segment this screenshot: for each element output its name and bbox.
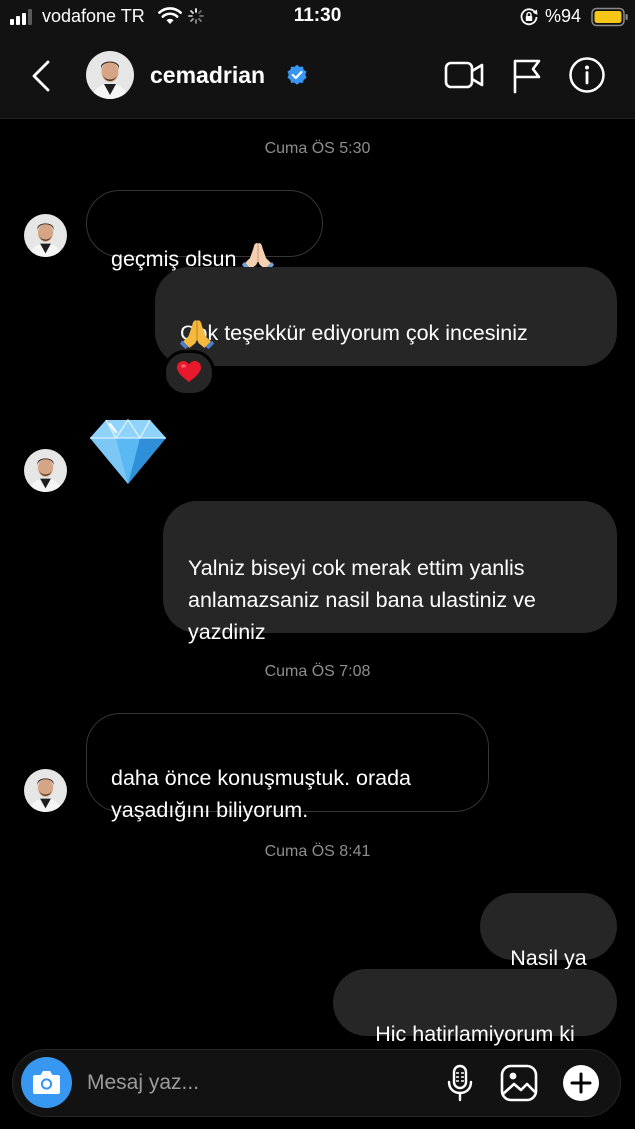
message-text: Yalniz biseyi cok merak ettim yanlis anl… bbox=[188, 556, 536, 644]
add-button[interactable] bbox=[561, 1063, 601, 1103]
gallery-button[interactable] bbox=[499, 1063, 539, 1103]
timestamp-2: Cuma ÖS 7:08 bbox=[264, 663, 371, 680]
battery-percentage: %94 bbox=[545, 6, 582, 26]
gem-stone-icon[interactable] bbox=[88, 416, 168, 486]
verified-icon bbox=[287, 64, 307, 85]
message-input[interactable] bbox=[85, 1064, 419, 1102]
status-time: 11:30 bbox=[293, 5, 342, 26]
timestamp-1: Cuma ÖS 5:30 bbox=[264, 140, 371, 157]
sender-avatar[interactable] bbox=[24, 449, 67, 492]
reaction-heart[interactable] bbox=[163, 350, 215, 396]
message-text: Hic hatirlamiyorum ki bbox=[375, 1022, 575, 1046]
video-call-button[interactable] bbox=[442, 57, 486, 93]
sender-avatar[interactable] bbox=[24, 214, 67, 257]
red-heart-icon bbox=[177, 361, 201, 382]
message-bubble-incoming[interactable]: geçmiş olsun bbox=[86, 190, 323, 271]
battery-icon bbox=[591, 7, 628, 27]
flag-button[interactable] bbox=[510, 56, 544, 94]
message-bubble-incoming[interactable]: daha önce konuşmuştuk. orada yaşadığını … bbox=[86, 713, 489, 822]
avatar-image bbox=[24, 769, 67, 812]
camera-icon bbox=[33, 1071, 60, 1094]
folded-hands-icon bbox=[179, 320, 215, 349]
message-bubble-outgoing[interactable]: Cok teşekkür ediyorum çok incesiniz bbox=[155, 267, 617, 366]
chat-username[interactable]: cemadrian bbox=[150, 62, 265, 89]
back-button[interactable] bbox=[24, 56, 60, 96]
camera-button[interactable] bbox=[21, 1057, 72, 1108]
message-bubble-outgoing[interactable]: Nasil ya bbox=[480, 893, 617, 970]
message-bubble-outgoing[interactable]: Hic hatirlamiyorum ki bbox=[333, 969, 617, 1046]
chat-header: cemadrian bbox=[0, 34, 635, 119]
profile-avatar[interactable] bbox=[86, 51, 134, 99]
microphone-button[interactable] bbox=[443, 1063, 477, 1103]
message-text: Cok teşekkür ediyorum çok incesiniz bbox=[180, 321, 528, 345]
message-bubble-outgoing[interactable]: Yalniz biseyi cok merak ettim yanlis anl… bbox=[163, 501, 617, 644]
rotation-lock-icon bbox=[520, 8, 538, 26]
timestamp-3: Cuma ÖS 8:41 bbox=[264, 843, 371, 860]
message-composer bbox=[12, 1049, 621, 1117]
avatar-image bbox=[86, 51, 134, 99]
message-text: Nasil ya bbox=[510, 946, 587, 970]
message-text: daha önce konuşmuştuk. orada yaşadığını … bbox=[111, 766, 412, 822]
info-button[interactable] bbox=[568, 56, 606, 94]
avatar-image bbox=[24, 214, 67, 257]
folded-hands-light-icon bbox=[242, 243, 275, 270]
avatar-image bbox=[24, 449, 67, 492]
status-bar: vodafone TR 11:30 %94 bbox=[0, 0, 635, 34]
sender-avatar[interactable] bbox=[24, 769, 67, 812]
